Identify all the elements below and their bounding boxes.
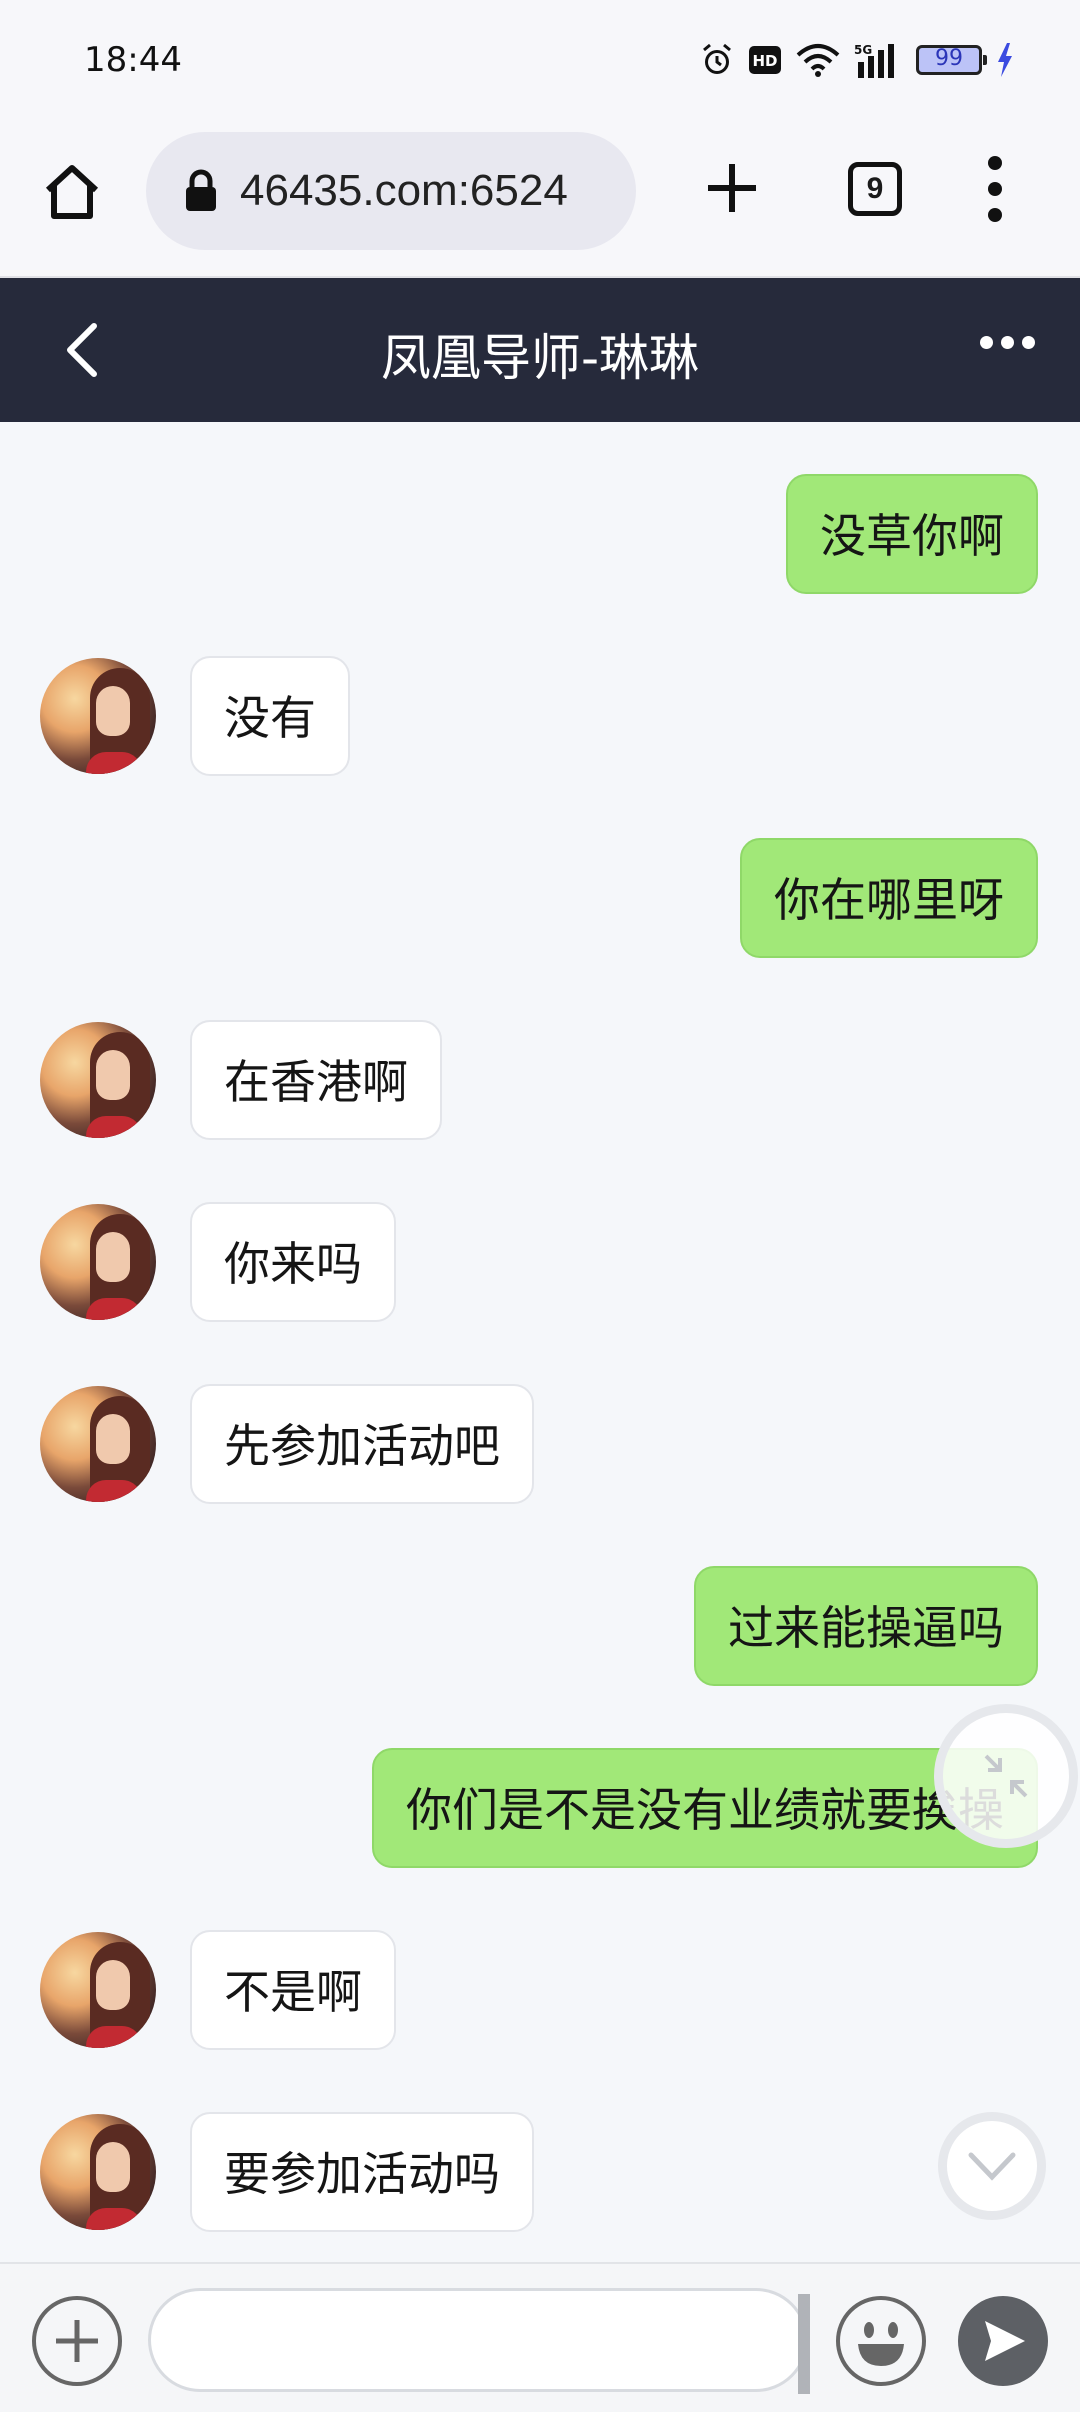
message-incoming: 不是啊 <box>0 1930 1080 2054</box>
input-scroll-handle <box>798 2294 810 2394</box>
message-bubble[interactable]: 你来吗 <box>190 1202 396 1322</box>
message-bubble[interactable]: 没草你啊 <box>786 474 1038 594</box>
avatar[interactable] <box>40 1386 156 1502</box>
emoji-button[interactable] <box>836 2296 926 2386</box>
message-bubble[interactable]: 过来能操逼吗 <box>694 1566 1038 1686</box>
message-outgoing: 你在哪里呀 <box>0 838 1080 962</box>
message-outgoing: 没草你啊 <box>0 474 1080 598</box>
alarm-icon <box>700 43 734 77</box>
plus-icon <box>708 164 756 212</box>
charging-icon <box>996 43 1014 77</box>
hd-icon: HD <box>748 45 782 75</box>
battery-level: 99 <box>935 46 963 71</box>
signal-icon: 5G <box>854 42 902 78</box>
message-outgoing: 过来能操逼吗 <box>0 1566 1080 1690</box>
collapse-icon <box>984 1754 1028 1798</box>
message-bubble[interactable]: 要参加活动吗 <box>190 2112 534 2232</box>
send-icon <box>985 2321 1025 2361</box>
dot-icon <box>980 336 993 349</box>
dot-icon <box>1022 336 1035 349</box>
emoji-icon <box>858 2322 904 2366</box>
minimize-float-button[interactable] <box>934 1704 1078 1848</box>
network-label: 5G <box>854 43 872 57</box>
message-list[interactable]: 没草你啊 没有 你在哪里呀 在香港啊 你来吗 先参加活动吧 过来能操逼吗 你们是… <box>0 422 1080 2262</box>
more-options-button[interactable] <box>980 336 1035 349</box>
avatar[interactable] <box>40 1022 156 1138</box>
avatar[interactable] <box>40 658 156 774</box>
url-text: 46435.com:6524 <box>240 166 568 215</box>
message-incoming: 没有 <box>0 656 1080 780</box>
dot-icon <box>988 208 1002 222</box>
status-time: 18:44 <box>84 40 182 80</box>
message-bubble[interactable]: 没有 <box>190 656 350 776</box>
new-tab-button[interactable] <box>700 156 764 220</box>
message-bubble[interactable]: 在香港啊 <box>190 1020 442 1140</box>
avatar[interactable] <box>40 1204 156 1320</box>
chat-title: 凤凰导师-琳琳 <box>380 329 700 387</box>
scroll-down-button[interactable] <box>938 2112 1046 2220</box>
dot-icon <box>988 156 1002 170</box>
send-button[interactable] <box>958 2296 1048 2386</box>
message-incoming: 要参加活动吗 <box>0 2112 1080 2236</box>
address-bar[interactable]: 46435.com:6524 <box>146 132 636 250</box>
chat-header: 凤凰导师-琳琳 <box>0 278 1080 422</box>
tabs-button[interactable]: 9 <box>848 162 902 216</box>
message-incoming: 先参加活动吧 <box>0 1384 1080 1508</box>
avatar[interactable] <box>40 2114 156 2230</box>
message-incoming: 在香港啊 <box>0 1020 1080 1144</box>
dot-icon <box>988 182 1002 196</box>
plus-icon <box>56 2320 98 2362</box>
status-bar: 18:44 HD 5G 99 <box>0 0 1080 120</box>
message-bubble[interactable]: 先参加活动吧 <box>190 1384 534 1504</box>
message-input[interactable] <box>148 2288 808 2392</box>
lock-icon <box>186 169 216 211</box>
home-icon <box>45 165 99 219</box>
battery-icon: 99 <box>916 45 987 75</box>
message-bubble[interactable]: 你在哪里呀 <box>740 838 1038 958</box>
avatar[interactable] <box>40 1932 156 2048</box>
message-input-bar <box>0 2262 1080 2412</box>
attach-button[interactable] <box>32 2296 122 2386</box>
browser-toolbar: 46435.com:6524 9 <box>0 120 1080 278</box>
browser-menu-button[interactable] <box>980 156 1010 222</box>
dot-icon <box>1001 336 1014 349</box>
status-icons: HD 5G 99 <box>700 40 1014 80</box>
wifi-icon <box>796 43 840 77</box>
svg-text:HD: HD <box>752 52 777 70</box>
message-incoming: 你来吗 <box>0 1202 1080 1326</box>
message-outgoing: 你们是不是没有业绩就要挨操 <box>0 1748 1080 1872</box>
home-button[interactable] <box>38 158 106 226</box>
chevron-down-icon <box>968 2152 1016 2181</box>
message-bubble[interactable]: 不是啊 <box>190 1930 396 2050</box>
